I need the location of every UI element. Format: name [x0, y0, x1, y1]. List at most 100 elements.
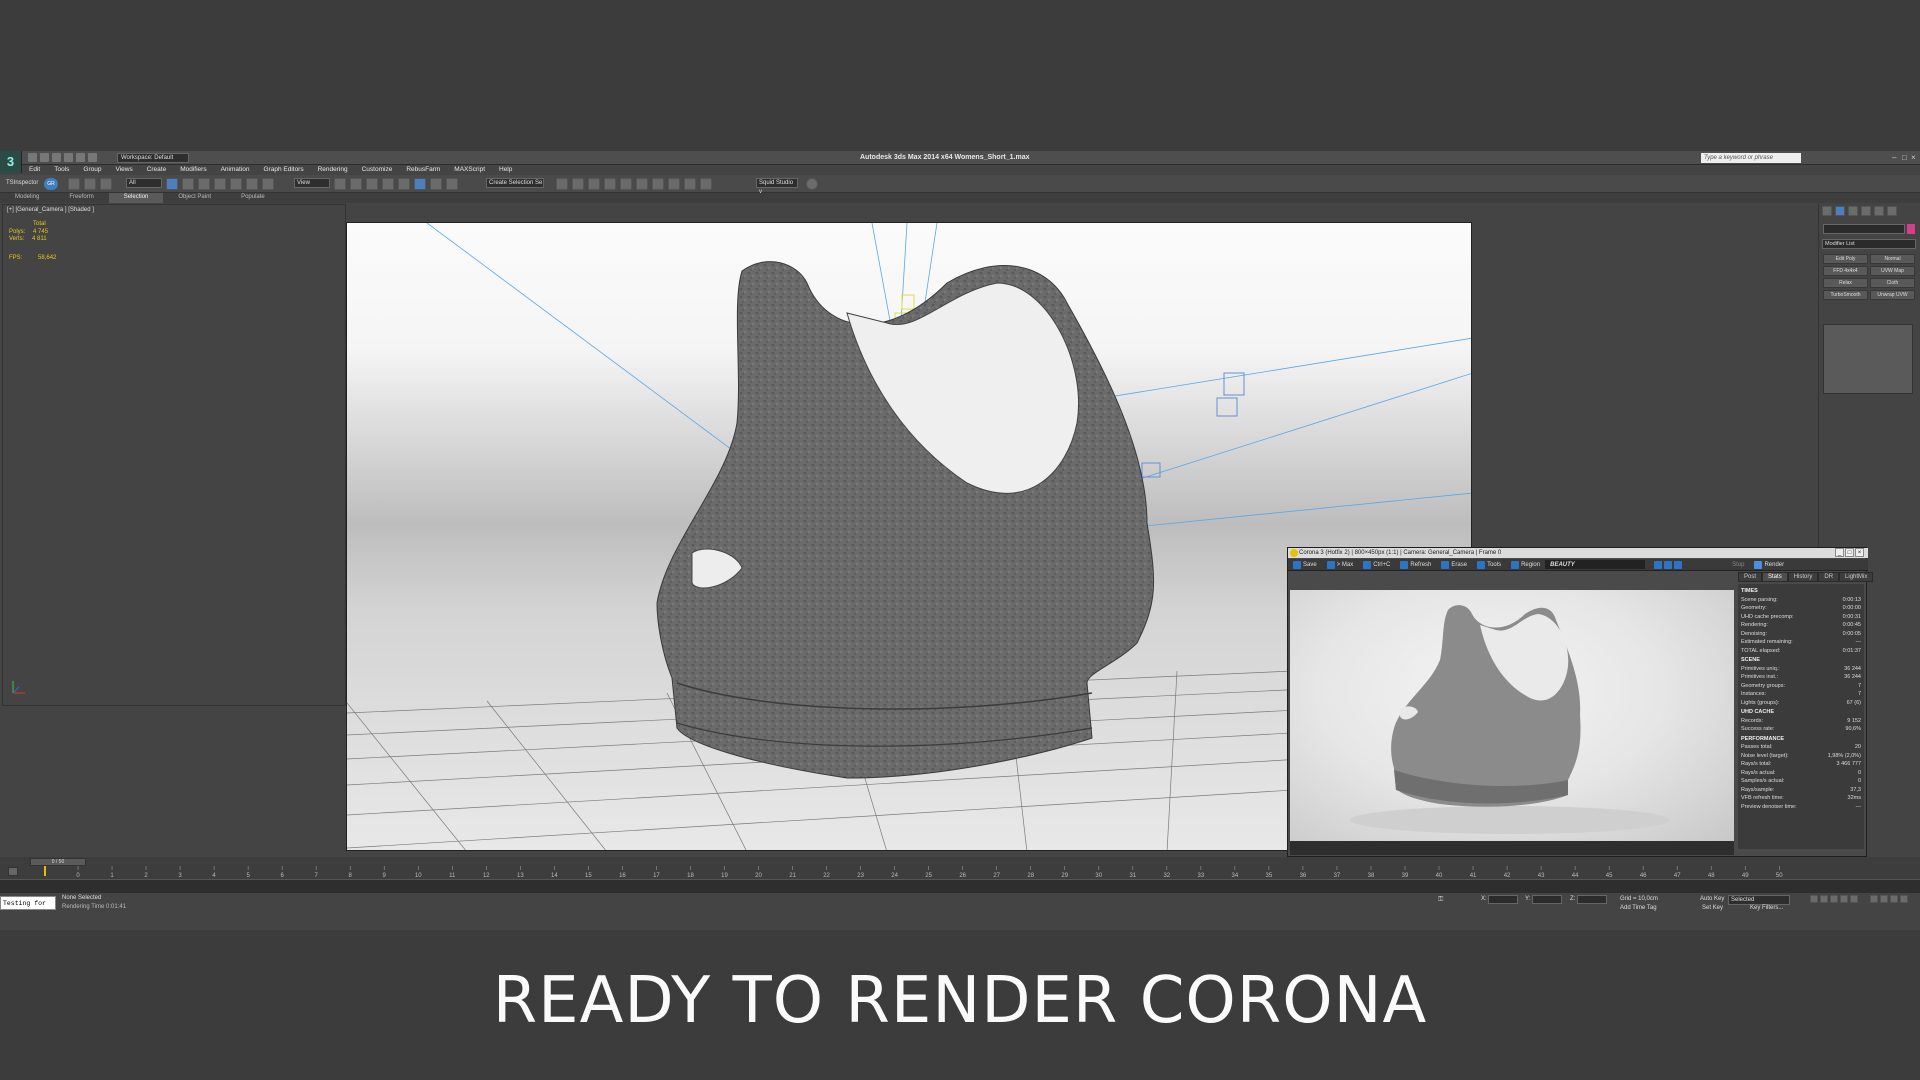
- corona-vfb-window[interactable]: Corona 3 (Hotfix 2) | 800×450px (1:1) | …: [1287, 547, 1874, 857]
- modifier-stack[interactable]: [1823, 324, 1913, 394]
- save-icon[interactable]: [52, 153, 61, 162]
- orbit-icon[interactable]: [1890, 895, 1898, 903]
- render-pass-dropdown[interactable]: BEAUTY: [1545, 560, 1646, 569]
- percent-snap-icon[interactable]: [414, 178, 426, 190]
- unlink-icon[interactable]: [84, 178, 96, 190]
- selection-filter-dropdown[interactable]: All: [126, 178, 162, 188]
- project-icon[interactable]: [88, 153, 97, 162]
- minimize-icon[interactable]: –: [1892, 153, 1896, 162]
- object-color-swatch[interactable]: [1907, 224, 1915, 234]
- zoom-icon[interactable]: [1870, 895, 1878, 903]
- copy-button[interactable]: Ctrl+C: [1358, 560, 1395, 569]
- undo-icon[interactable]: [64, 153, 73, 162]
- x-coordinate-field[interactable]: [1488, 895, 1518, 904]
- snaps-toggle-icon[interactable]: [382, 178, 394, 190]
- open-icon[interactable]: [40, 153, 49, 162]
- layer-manager-icon[interactable]: [588, 178, 600, 190]
- tab-stats[interactable]: Stats: [1762, 572, 1788, 582]
- tab-history[interactable]: History: [1787, 572, 1819, 582]
- menu-create[interactable]: Create: [140, 165, 174, 175]
- window-crossing-icon[interactable]: [214, 178, 226, 190]
- render-setup-icon[interactable]: [668, 178, 680, 190]
- time-slider[interactable]: 0 / 50: [30, 858, 86, 866]
- menu-graph-editors[interactable]: Graph Editors: [257, 165, 311, 175]
- go-to-start-icon[interactable]: [1810, 895, 1818, 903]
- modifier-list-dropdown[interactable]: Modifier List: [1822, 239, 1916, 249]
- key-filters-button[interactable]: Key Filters...: [1750, 905, 1783, 911]
- menu-help[interactable]: Help: [492, 165, 519, 175]
- utilities-tab-icon[interactable]: [1887, 206, 1897, 216]
- search-input[interactable]: Type a keyword or phrase: [1701, 153, 1801, 163]
- pivot-icon[interactable]: [334, 178, 346, 190]
- tab-freeform[interactable]: Freeform: [54, 193, 108, 203]
- viewport-label[interactable]: [+] [General_Camera ] [Shaded ]: [7, 207, 94, 213]
- corona-maximize-icon[interactable]: □: [1845, 548, 1854, 557]
- region-button[interactable]: Region: [1506, 560, 1545, 569]
- ts-inspector-icon[interactable]: GR: [44, 178, 58, 190]
- viewport-left-panel[interactable]: [+] [General_Camera ] [Shaded ] Total Po…: [2, 204, 346, 706]
- previous-frame-icon[interactable]: [1820, 895, 1828, 903]
- close-icon[interactable]: ×: [1911, 153, 1916, 162]
- select-by-name-icon[interactable]: [182, 178, 194, 190]
- modifier-button[interactable]: Normal: [1870, 254, 1915, 264]
- tab-modeling[interactable]: Modeling: [0, 193, 54, 203]
- select-object-icon[interactable]: [166, 178, 178, 190]
- curve-editor-icon[interactable]: [620, 178, 632, 190]
- mirror-icon[interactable]: [556, 178, 568, 190]
- auto-key-button[interactable]: Auto Key: [1700, 896, 1724, 902]
- menu-maxscript[interactable]: MAXScript: [447, 165, 492, 175]
- tab-dr[interactable]: DR: [1818, 572, 1840, 582]
- corona-close-icon[interactable]: ×: [1855, 548, 1864, 557]
- angle-snap-icon[interactable]: [398, 178, 410, 190]
- object-name-field[interactable]: [1823, 224, 1905, 234]
- tab-object-paint[interactable]: Object Paint: [163, 193, 226, 203]
- tab-post[interactable]: Post: [1738, 572, 1763, 582]
- modifier-button[interactable]: Edit Poly: [1823, 254, 1868, 264]
- rendered-frame-icon[interactable]: [684, 178, 696, 190]
- redo-icon[interactable]: [76, 153, 85, 162]
- sports-bra-model[interactable]: [656, 261, 1155, 779]
- stop-button[interactable]: Stop: [1727, 562, 1749, 568]
- reference-coordinate-dropdown[interactable]: View: [294, 178, 330, 188]
- app-logo-icon[interactable]: 3: [0, 151, 22, 173]
- refresh-button[interactable]: Refresh: [1395, 560, 1436, 569]
- modifier-button[interactable]: Cloth: [1870, 278, 1915, 288]
- hierarchy-tab-icon[interactable]: [1848, 206, 1858, 216]
- scale-icon[interactable]: [262, 178, 274, 190]
- quick-access-toolbar[interactable]: [28, 153, 97, 163]
- menu-edit[interactable]: Edit: [22, 165, 47, 175]
- lock-icon[interactable]: ⚿: [1438, 896, 1443, 904]
- spinner-snap-icon[interactable]: [430, 178, 442, 190]
- corona-minimize-icon[interactable]: _: [1835, 548, 1844, 557]
- menu-views[interactable]: Views: [108, 165, 139, 175]
- render-button[interactable]: Render: [1749, 560, 1789, 569]
- menu-animation[interactable]: Animation: [214, 165, 257, 175]
- zoom-all-icon[interactable]: [1880, 895, 1888, 903]
- modifier-button[interactable]: Relax: [1823, 278, 1868, 288]
- render-production-icon[interactable]: [700, 178, 712, 190]
- tab-lightmix[interactable]: LightMix: [1839, 572, 1874, 582]
- modify-tab-icon[interactable]: [1835, 206, 1845, 216]
- bind-space-warp-icon[interactable]: [100, 178, 112, 190]
- menu-group[interactable]: Group: [76, 165, 108, 175]
- schematic-view-icon[interactable]: [636, 178, 648, 190]
- align-icon[interactable]: [572, 178, 584, 190]
- display-tab-icon[interactable]: [1874, 206, 1884, 216]
- menu-customize[interactable]: Customize: [355, 165, 400, 175]
- tab-selection[interactable]: Selection: [108, 193, 164, 203]
- new-icon[interactable]: [28, 153, 37, 162]
- zoom-icon[interactable]: [1649, 560, 1687, 569]
- menu-rendering[interactable]: Rendering: [311, 165, 355, 175]
- workspace-dropdown[interactable]: Workspace: Default: [117, 153, 189, 163]
- maximize-icon[interactable]: □: [1902, 153, 1907, 162]
- key-mode-dropdown[interactable]: Selected: [1728, 895, 1790, 905]
- maximize-viewport-icon[interactable]: [1900, 895, 1908, 903]
- material-editor-icon[interactable]: [652, 178, 664, 190]
- named-selection-dropdown[interactable]: Create Selection Se: [486, 178, 544, 188]
- camera-icon[interactable]: [806, 178, 818, 190]
- link-icon[interactable]: [68, 178, 80, 190]
- tools-button[interactable]: Tools: [1472, 560, 1506, 569]
- menu-modifiers[interactable]: Modifiers: [173, 165, 213, 175]
- rotate-icon[interactable]: [246, 178, 258, 190]
- mini-curve-editor-icon[interactable]: [8, 867, 18, 876]
